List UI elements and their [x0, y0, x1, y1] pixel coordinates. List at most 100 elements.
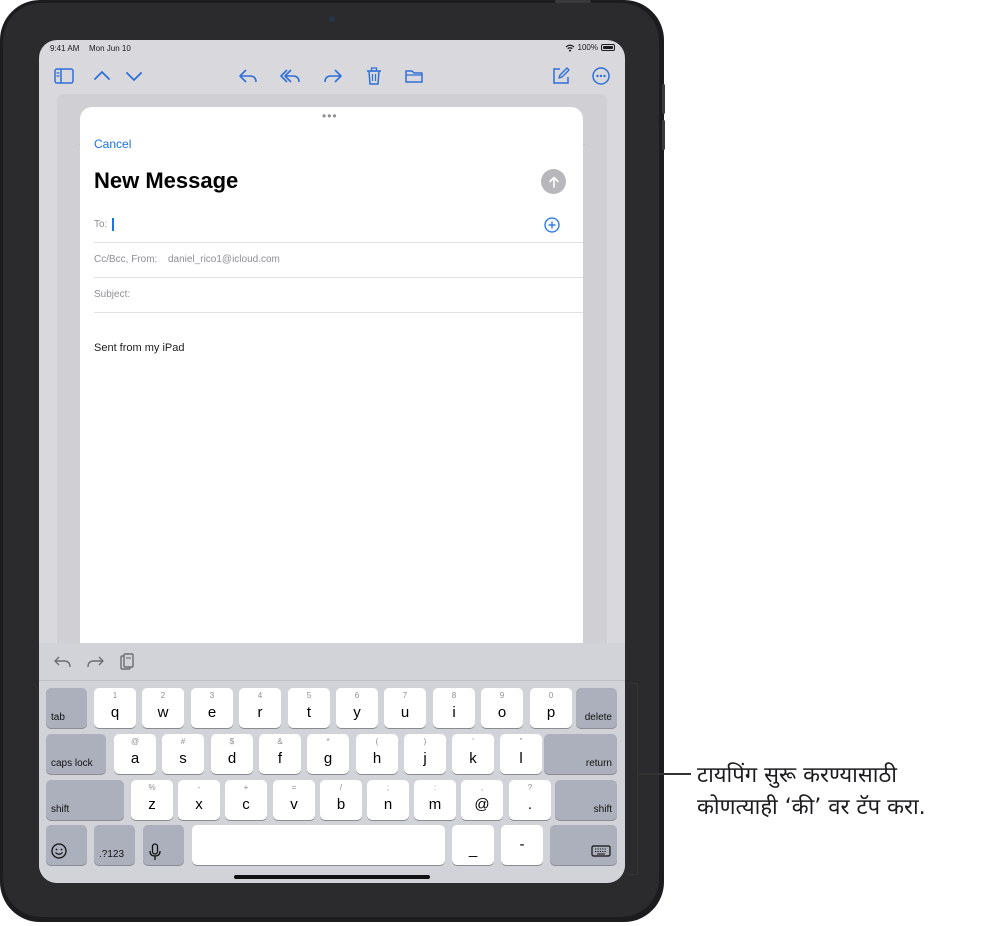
- key-label: h: [372, 750, 382, 767]
- key-alt-label: 0: [548, 691, 554, 700]
- message-body[interactable]: Sent from my iPad: [94, 342, 184, 354]
- key-3-4[interactable]: = v: [273, 780, 315, 820]
- subject-field[interactable]: Subject:: [94, 278, 583, 313]
- key-3-3[interactable]: + c: [225, 780, 267, 820]
- text-cursor: [112, 218, 114, 231]
- numbers-key[interactable]: .?123: [94, 825, 135, 865]
- key-label: w: [157, 704, 169, 721]
- key-3-1[interactable]: % z: [131, 780, 173, 820]
- callout-line-1: टायपिंग सुरू करण्यासाठी: [697, 763, 897, 788]
- key-2-7[interactable]: ) j: [404, 734, 446, 774]
- return-key[interactable]: return: [544, 734, 617, 774]
- key-3-5[interactable]: / b: [320, 780, 362, 820]
- key-alt-label: 6: [354, 691, 360, 700]
- key-2-3[interactable]: $ d: [211, 734, 253, 774]
- paste-icon[interactable]: [117, 652, 137, 672]
- key-1-3[interactable]: 3e: [191, 688, 233, 728]
- key-label: x: [195, 796, 203, 813]
- key-alt-label: ;: [386, 783, 390, 792]
- key-1-5[interactable]: 5t: [288, 688, 330, 728]
- key-2-9[interactable]: " l: [500, 734, 542, 774]
- key-3-9[interactable]: ?.: [509, 780, 551, 820]
- key-label: e: [207, 704, 217, 721]
- key-1-8[interactable]: 8i: [433, 688, 475, 728]
- key-label: j: [423, 750, 427, 767]
- key-label: m: [428, 796, 442, 813]
- dash-label: -: [519, 836, 525, 853]
- reply-all-icon[interactable]: [279, 65, 301, 87]
- cc-bcc-from-field[interactable]: Cc/Bcc, From: daniel_rico1@icloud.com: [94, 243, 583, 278]
- right-shift-key[interactable]: shift: [555, 780, 617, 820]
- tab-key[interactable]: tab: [46, 688, 87, 728]
- redo-icon[interactable]: [85, 652, 105, 672]
- chevron-down-icon[interactable]: [123, 65, 145, 87]
- key-2-2[interactable]: # s: [162, 734, 204, 774]
- key-label: q: [110, 704, 120, 721]
- underscore-key[interactable]: _: [452, 825, 494, 865]
- trash-icon[interactable]: [363, 65, 385, 87]
- key-label: f: [277, 750, 283, 767]
- callout-text: टायपिंग सुरू करण्यासाठी कोणत्याही ‘की’ व…: [697, 760, 926, 824]
- key-alt-label: &: [277, 737, 283, 746]
- sidebar-icon[interactable]: [53, 65, 75, 87]
- sheet-grabber[interactable]: •••: [322, 110, 338, 122]
- space-bar[interactable]: [192, 825, 445, 865]
- key-2-4[interactable]: & f: [259, 734, 301, 774]
- key-label: z: [148, 796, 156, 813]
- compose-title: New Message: [94, 168, 239, 193]
- key-alt-label: ?: [527, 783, 533, 792]
- add-contact-icon[interactable]: [544, 217, 560, 233]
- key-3-6[interactable]: ; n: [367, 780, 409, 820]
- key-label: n: [383, 796, 393, 813]
- key-3-7[interactable]: :m: [414, 780, 456, 820]
- cancel-button[interactable]: Cancel: [94, 137, 131, 151]
- emoji-key[interactable]: [46, 825, 87, 865]
- delete-key[interactable]: delete: [576, 688, 617, 728]
- key-alt-label: #: [180, 737, 186, 746]
- key-label: g: [323, 750, 333, 767]
- key-2-1[interactable]: @ a: [114, 734, 156, 774]
- keyboard-bracket: [628, 683, 638, 875]
- key-3-2[interactable]: -x: [178, 780, 220, 820]
- key-label: i: [452, 704, 456, 721]
- key-alt-label: 8: [451, 691, 457, 700]
- wifi-icon: [565, 44, 574, 52]
- dictation-key[interactable]: [143, 825, 184, 865]
- key-1-10[interactable]: 0p: [530, 688, 572, 728]
- key-alt-label: /: [339, 783, 343, 792]
- key-1-2[interactable]: 2w: [142, 688, 184, 728]
- key-1-6[interactable]: 6y: [336, 688, 378, 728]
- key-3-8[interactable]: , @: [461, 780, 503, 820]
- to-field[interactable]: To:: [94, 208, 583, 243]
- key-1-4[interactable]: 4r: [239, 688, 281, 728]
- chevron-up-icon[interactable]: [91, 65, 113, 87]
- key-label: r: [257, 704, 263, 721]
- caps-lock-key[interactable]: caps lock: [46, 734, 106, 774]
- forward-icon[interactable]: [322, 65, 344, 87]
- reply-icon[interactable]: [237, 65, 259, 87]
- more-icon[interactable]: [590, 65, 612, 87]
- key-1-9[interactable]: 9o: [481, 688, 523, 728]
- volume-up-button: [662, 84, 665, 114]
- left-shift-key[interactable]: shift: [46, 780, 124, 820]
- key-1-7[interactable]: 7u: [384, 688, 426, 728]
- dash-key[interactable]: -: [501, 825, 543, 865]
- key-2-8[interactable]: ' k: [452, 734, 494, 774]
- key-alt-label: 9: [499, 691, 505, 700]
- key-1-1[interactable]: 1q: [94, 688, 136, 728]
- key-alt-label: 4: [257, 691, 263, 700]
- cc-bcc-from-label: Cc/Bcc, From:: [94, 254, 158, 265]
- key-alt-label: -: [197, 783, 201, 792]
- key-alt-label: %: [148, 783, 156, 792]
- compose-icon[interactable]: [550, 65, 572, 87]
- key-2-5[interactable]: * g: [307, 734, 349, 774]
- folder-icon[interactable]: [403, 65, 425, 87]
- key-alt-label: 7: [402, 691, 408, 700]
- dismiss-keyboard-key[interactable]: [550, 825, 617, 865]
- keyboard-shortcut-bar: [53, 651, 137, 673]
- undo-icon[interactable]: [53, 652, 73, 672]
- key-2-6[interactable]: (h: [356, 734, 398, 774]
- send-button[interactable]: [541, 169, 566, 194]
- key-label: a: [130, 750, 140, 767]
- home-indicator[interactable]: [234, 875, 430, 879]
